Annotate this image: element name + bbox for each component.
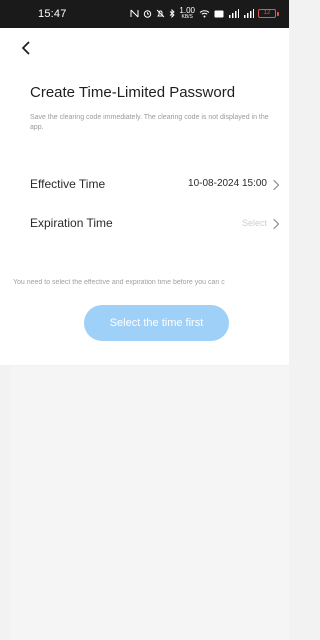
back-chevron-icon xyxy=(22,41,30,55)
signal-icon-1 xyxy=(229,9,239,18)
battery-icon: 12 xyxy=(258,9,279,18)
wifi-icon xyxy=(199,10,210,18)
effective-time-row[interactable]: Effective Time 10-08-2024 15:00 xyxy=(0,167,289,203)
effective-time-label: Effective Time xyxy=(30,177,106,191)
chevron-right-icon xyxy=(273,218,280,230)
battery-level: 12 xyxy=(258,9,276,18)
back-button[interactable] xyxy=(14,36,38,60)
chevron-right-icon xyxy=(273,179,280,191)
page-title: Create Time-Limited Password xyxy=(30,84,236,101)
effective-time-value: 10-08-2024 15:00 xyxy=(188,178,267,189)
status-icons: 1.00 KB/S 12 xyxy=(130,7,279,20)
nfc-icon xyxy=(130,9,139,18)
empty-panel xyxy=(10,366,289,640)
status-bar: 15:47 1.00 KB/S 12 xyxy=(0,0,289,28)
status-time: 15:47 xyxy=(38,8,67,20)
alarm-icon xyxy=(144,10,152,18)
bluetooth-icon xyxy=(170,9,176,18)
hint-text: You need to select the effective and exp… xyxy=(13,279,225,286)
screen: 15:47 1.00 KB/S 12 Create Time-Limited P… xyxy=(0,0,289,640)
signal-icon-2 xyxy=(244,9,254,18)
mute-bell-icon xyxy=(157,9,165,18)
expiration-time-row[interactable]: Expiration Time Select xyxy=(0,206,289,242)
select-time-button[interactable]: Select the time first xyxy=(84,305,229,341)
page-subtitle: Save the clearing code immediately. The … xyxy=(30,114,269,131)
network-speed: 1.00 KB/S xyxy=(179,6,195,20)
expiration-time-placeholder: Select xyxy=(241,218,267,228)
expiration-time-label: Expiration Time xyxy=(30,216,113,230)
hd-icon xyxy=(214,10,224,17)
